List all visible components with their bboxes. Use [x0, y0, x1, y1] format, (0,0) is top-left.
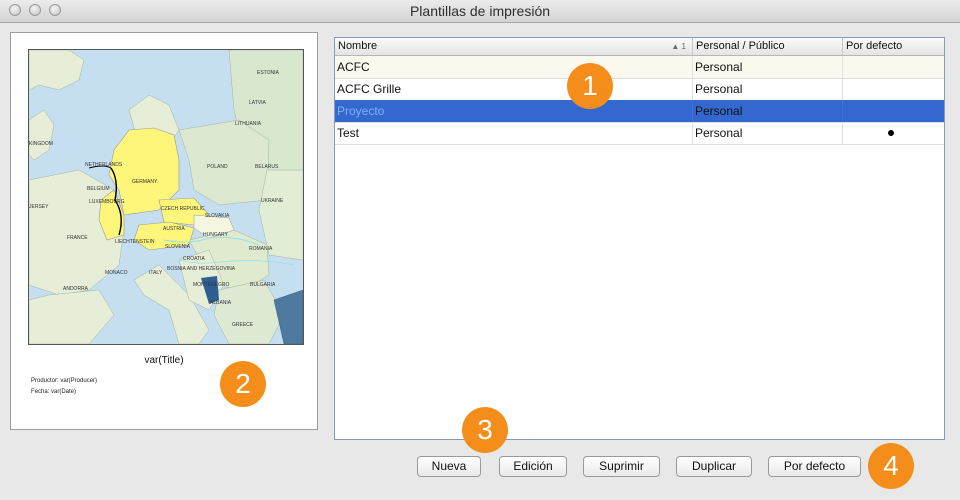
template-preview: ESTONIA LATVIA LITHUANIA KINGDOM NETHERL… — [10, 32, 318, 430]
cell-scope: Personal — [693, 122, 843, 144]
cell-scope: Personal — [693, 56, 843, 78]
callout-badge-4: 4 — [868, 443, 914, 489]
map-label-belarus: BELARUS — [255, 164, 279, 170]
new-button[interactable]: Nueva — [417, 456, 481, 477]
map-label-liechtenstein: LIECHTENSTEIN — [115, 239, 155, 245]
column-header-scope[interactable]: Personal / Público — [693, 38, 843, 55]
map-label-croatia: CROATIA — [183, 256, 206, 262]
edit-button[interactable]: Edición — [499, 456, 567, 477]
europe-map: ESTONIA LATVIA LITHUANIA KINGDOM NETHERL… — [28, 49, 304, 345]
map-label-slovakia: SLOVAKIA — [205, 213, 230, 219]
cell-name: Test — [335, 122, 693, 144]
callout-badge-2: 2 — [220, 361, 266, 407]
preview-date-line: Fecha: var(Date) — [31, 389, 77, 395]
map-label-italy: ITALY — [149, 270, 163, 276]
cell-scope: Personal — [693, 78, 843, 100]
table-row[interactable]: Test Personal — [335, 122, 944, 145]
map-label-ukraine: UKRAINE — [261, 198, 284, 204]
title-bar: Plantillas de impresión — [0, 0, 960, 23]
map-label-greece: GREECE — [232, 322, 254, 328]
map-label-estonia: ESTONIA — [257, 70, 280, 76]
map-label-belgium: BELGIUM — [87, 186, 110, 192]
cell-default — [843, 100, 944, 122]
map-label-jersey: JERSEY — [29, 204, 49, 210]
map-label-slovenia: SLOVENIA — [165, 244, 191, 250]
map-label-poland: POLAND — [207, 164, 228, 170]
cell-name: ACFC — [335, 56, 693, 78]
map-label-germany: GERMANY — [132, 179, 158, 185]
preview-producer-line: Productor: var(Producer) — [31, 378, 98, 384]
column-header-name-label: Nombre — [338, 40, 378, 52]
cell-default — [843, 78, 944, 100]
table-row-selected[interactable]: Proyecto Personal — [335, 100, 944, 123]
map-label-monaco: MONACO — [105, 270, 128, 276]
preview-title: var(Title) — [144, 355, 184, 366]
column-header-default[interactable]: Por defecto — [843, 38, 944, 55]
set-default-button[interactable]: Por defecto — [768, 456, 861, 477]
sort-ascending-icon: ▲ 1 — [671, 42, 686, 51]
cell-default — [843, 122, 944, 144]
map-label-hungary: HUNGARY — [203, 232, 229, 238]
window-title: Plantillas de impresión — [409, 3, 551, 19]
map-label-latvia: LATVIA — [249, 100, 267, 106]
callout-badge-3: 3 — [462, 407, 508, 453]
templates-table: Nombre ▲ 1 Personal / Público Por defect… — [334, 37, 945, 440]
table-row[interactable]: ACFC Grille Personal — [335, 78, 944, 101]
map-label-france: FRANCE — [67, 235, 88, 241]
map-label-andorra: ANDORRA — [63, 286, 89, 292]
map-label-austria: AUSTRIA — [163, 226, 185, 232]
map-label-czech: CZECH REPUBLIC — [161, 206, 205, 212]
table-header: Nombre ▲ 1 Personal / Público Por defect… — [335, 38, 944, 56]
duplicate-button[interactable]: Duplicar — [676, 456, 752, 477]
delete-button[interactable]: Suprimir — [583, 456, 660, 477]
default-marker-icon — [888, 130, 894, 136]
callout-badge-1: 1 — [567, 63, 613, 109]
table-row[interactable]: ACFC Personal — [335, 56, 944, 79]
map-label-bosnia: BOSNIA AND HERZEGOVINA — [167, 266, 236, 272]
map-label-luxembourg: LUXEMBOURG — [89, 199, 125, 205]
map-label-lithuania: LITHUANIA — [235, 121, 262, 127]
map-label-albania: ALBANIA — [210, 300, 232, 306]
map-label-kingdom: KINGDOM — [29, 141, 53, 147]
cell-scope: Personal — [693, 100, 843, 122]
cell-default — [843, 56, 944, 78]
column-header-name[interactable]: Nombre ▲ 1 — [335, 38, 693, 55]
map-label-romania: ROMANIA — [249, 246, 273, 252]
cell-name: ACFC Grille — [335, 78, 693, 100]
map-label-montenegro: MONTENEGRO — [193, 282, 230, 288]
cell-name: Proyecto — [335, 100, 693, 122]
map-label-netherlands: NETHERLANDS — [85, 162, 123, 168]
map-label-bulgaria: BULGARIA — [250, 282, 276, 288]
